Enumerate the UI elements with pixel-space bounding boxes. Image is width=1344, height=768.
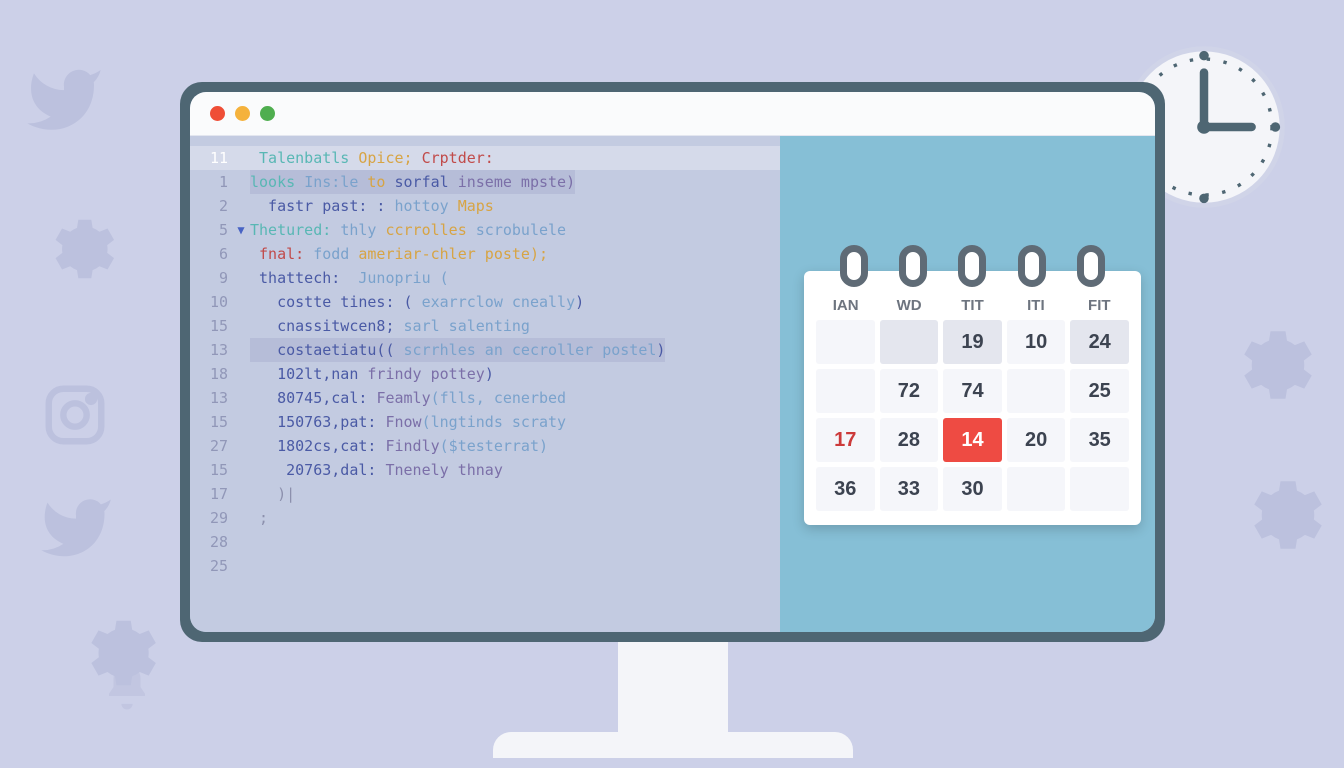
side-panel: IANWDTITITIFIT 1910247274251728142035363… (780, 136, 1155, 632)
bg-gear-icon (38, 210, 116, 292)
bg-gear-icon (72, 610, 158, 700)
bg-notification-icon (100, 660, 154, 718)
line-number: 6 (190, 242, 236, 266)
calendar-day[interactable]: 17 (816, 418, 875, 462)
line-content: cnassitwcen8; sarl salenting (250, 314, 530, 338)
line-number: 2 (190, 194, 236, 218)
calendar-day[interactable]: 30 (943, 467, 1002, 511)
bg-twitter-icon (18, 60, 110, 144)
line-number: 15 (190, 458, 236, 482)
line-content: 80745,cal: Feamly(flls, cenerbed (250, 386, 566, 410)
line-number: 15 (190, 410, 236, 434)
line-number: 29 (190, 506, 236, 530)
line-content: Talenbatls Opice; Crptder: (250, 146, 494, 170)
code-line[interactable]: 2 fastr past: : hottoy Maps (190, 194, 780, 218)
calendar-day[interactable]: 36 (816, 467, 875, 511)
calendar-day (816, 369, 875, 413)
calendar-widget[interactable]: IANWDTITITIFIT 1910247274251728142035363… (804, 271, 1141, 525)
code-line[interactable]: 25 (190, 554, 780, 578)
calendar-weekday: TIT (943, 297, 1002, 314)
calendar-day (1007, 467, 1066, 511)
calendar-header: IANWD TITITI FIT (816, 297, 1129, 314)
code-line[interactable]: 10 costte tines: ( exarrclow cneally) (190, 290, 780, 314)
calendar-weekday: WD (879, 297, 938, 314)
code-line[interactable]: 6 fnal: fodd ameriar-chler poste); (190, 242, 780, 266)
line-number: 25 (190, 554, 236, 578)
line-number: 9 (190, 266, 236, 290)
line-number: 18 (190, 362, 236, 386)
code-editor[interactable]: 11 Talenbatls Opice; Crptder:1looks Ins:… (190, 136, 780, 632)
line-number: 10 (190, 290, 236, 314)
line-content: 102lt,nan frindy pottey) (250, 362, 494, 386)
calendar-weekday: ITI (1006, 297, 1065, 314)
calendar-day[interactable]: 14 (943, 418, 1002, 462)
calendar-day (880, 320, 939, 364)
calendar-day[interactable]: 24 (1070, 320, 1129, 364)
code-line[interactable]: 15 cnassitwcen8; sarl salenting (190, 314, 780, 338)
calendar-rings (804, 245, 1141, 287)
calendar-day[interactable]: 28 (880, 418, 939, 462)
calendar-day[interactable]: 35 (1070, 418, 1129, 462)
bg-gear-icon (1234, 470, 1324, 564)
line-content: Thetured: thly ccrrolles scrobulele (250, 218, 566, 242)
calendar-day[interactable]: 10 (1007, 320, 1066, 364)
calendar-day[interactable]: 25 (1070, 369, 1129, 413)
code-line[interactable]: 15 150763,pat: Fnow(lngtinds scraty (190, 410, 780, 434)
line-content: costte tines: ( exarrclow cneally) (250, 290, 584, 314)
window-title-bar (190, 92, 1155, 136)
line-number: 28 (190, 530, 236, 554)
line-content: 1802cs,cat: Findly($testerrat) (250, 434, 548, 458)
line-number: 11 (190, 146, 236, 170)
line-content: ; (250, 506, 268, 530)
bg-twitter-icon (32, 490, 120, 570)
line-number: 27 (190, 434, 236, 458)
fold-arrow-icon[interactable]: ▼ (234, 218, 248, 242)
code-line[interactable]: 13 80745,cal: Feamly(flls, cenerbed (190, 386, 780, 410)
code-line[interactable]: 1 looks Ins:le to sorfal inseme mpste) (190, 170, 780, 194)
maximize-button[interactable] (260, 106, 275, 121)
bg-gear-icon (1224, 320, 1314, 414)
calendar-day (1070, 467, 1129, 511)
calendar-day (1007, 369, 1066, 413)
calendar-day[interactable]: 19 (943, 320, 1002, 364)
code-line[interactable]: 27 1802cs,cat: Findly($testerrat) (190, 434, 780, 458)
code-line[interactable]: 17 )| (190, 482, 780, 506)
line-content: costaetiatu(( scrrhles an cecroller post… (250, 338, 665, 362)
line-number: 13 (190, 338, 236, 362)
bg-instagram-icon (40, 380, 110, 454)
line-content: 150763,pat: Fnow(lngtinds scraty (250, 410, 566, 434)
code-line[interactable]: 15 20763,dal: Tnenely thnay (190, 458, 780, 482)
code-line[interactable]: 13 costaetiatu(( scrrhles an cecroller p… (190, 338, 780, 362)
code-line[interactable]: 11 Talenbatls Opice; Crptder: (190, 146, 780, 170)
code-line[interactable]: 5▼Thetured: thly ccrrolles scrobulele (190, 218, 780, 242)
line-content: fnal: fodd ameriar-chler poste); (250, 242, 548, 266)
line-content: )| (250, 482, 295, 506)
code-line[interactable]: 18 102lt,nan frindy pottey) (190, 362, 780, 386)
calendar-day (816, 320, 875, 364)
calendar-weekday: FIT (1070, 297, 1129, 314)
line-content: looks Ins:le to sorfal inseme mpste) (250, 170, 575, 194)
line-number: 13 (190, 386, 236, 410)
minimize-button[interactable] (235, 106, 250, 121)
line-number: 1 (190, 170, 236, 194)
line-content: fastr past: : hottoy Maps (250, 194, 494, 218)
line-content: 20763,dal: Tnenely thnay (250, 458, 503, 482)
line-number: 15 (190, 314, 236, 338)
calendar-day[interactable]: 33 (880, 467, 939, 511)
code-line[interactable]: 28 (190, 530, 780, 554)
calendar-grid: 191024 7274 25 1728142035 363330 (816, 320, 1129, 511)
code-line[interactable]: 9 thattech: Junopriu ( (190, 266, 780, 290)
calendar-day[interactable]: 20 (1007, 418, 1066, 462)
calendar-day[interactable]: 74 (943, 369, 1002, 413)
line-number: 5 (190, 218, 236, 242)
line-number: 17 (190, 482, 236, 506)
line-content: thattech: Junopriu ( (250, 266, 449, 290)
close-button[interactable] (210, 106, 225, 121)
calendar-day[interactable]: 72 (880, 369, 939, 413)
code-line[interactable]: 29 ; (190, 506, 780, 530)
calendar-weekday: IAN (816, 297, 875, 314)
monitor: 11 Talenbatls Opice; Crptder:1looks Ins:… (180, 82, 1165, 758)
